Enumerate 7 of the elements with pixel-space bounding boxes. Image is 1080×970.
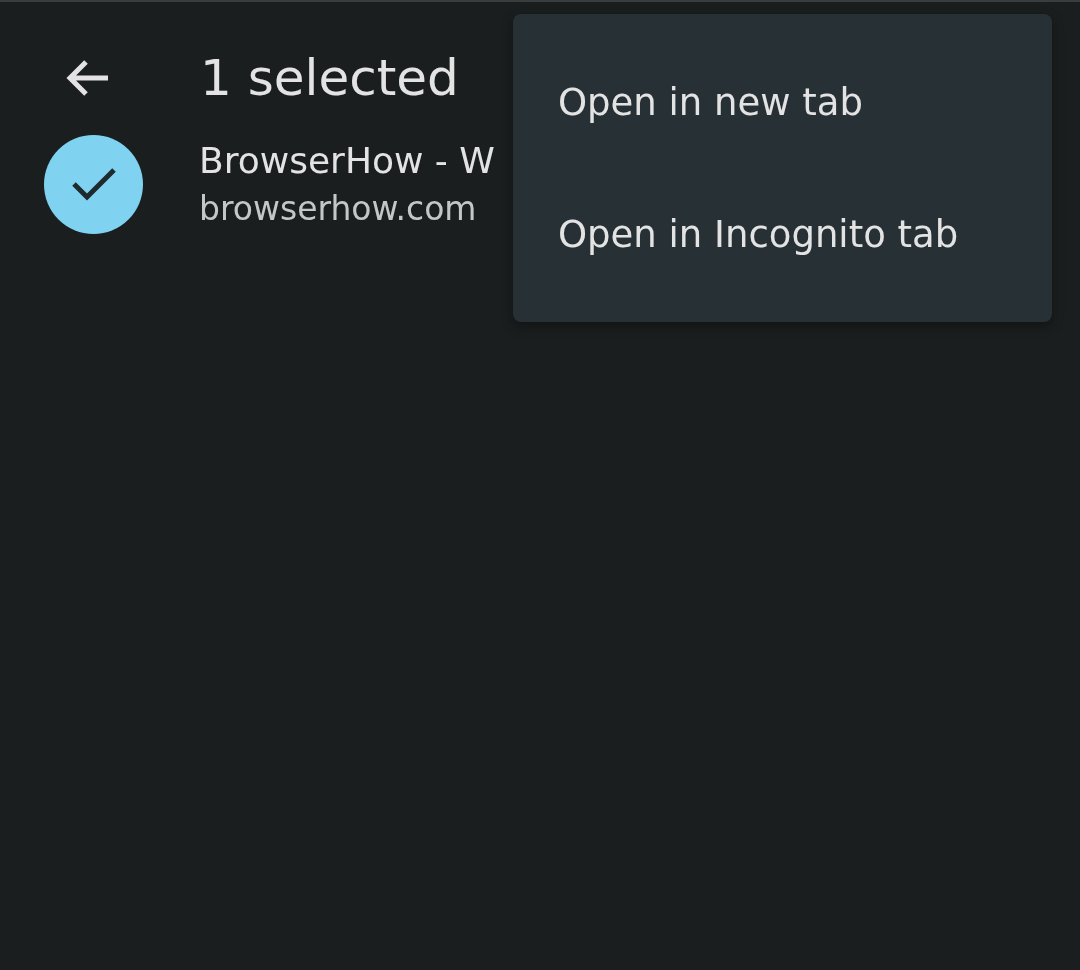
page-title: BrowserHow - W (199, 140, 495, 181)
back-arrow-icon (64, 58, 110, 98)
menu-item[interactable]: Open in new tab (513, 36, 1052, 168)
selection-count-title: 1 selected (200, 49, 459, 107)
menu-item[interactable]: Open in Incognito tab (513, 168, 1052, 300)
check-icon (70, 166, 117, 202)
page-url: browserhow.com (199, 189, 478, 228)
